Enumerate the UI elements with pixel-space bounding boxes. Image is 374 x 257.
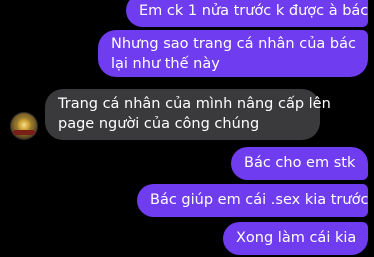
message-text-line: Em ck 1 nửa trước k được à bác <box>139 3 369 19</box>
message-text-line: Trang cá nhân của mình nâng cấp lên <box>58 96 331 112</box>
outgoing-message-bubble[interactable]: Nhưng sao trang cá nhân của bác lại như … <box>98 30 368 77</box>
incoming-message-bubble[interactable]: Trang cá nhân của mình nâng cấp lên page… <box>45 89 331 140</box>
message-text-line: Bác giúp em cái .sex kia trước <box>150 192 369 208</box>
outgoing-message-bubble[interactable]: Xong làm cái kia <box>223 222 368 255</box>
outgoing-message-bubble[interactable]: Bác cho em stk <box>231 147 368 180</box>
chat-thread: Em ck 1 nửa trước k được à bác Nhưng sao… <box>0 0 374 257</box>
outgoing-message-bubble[interactable]: Em ck 1 nửa trước k được à bác <box>126 0 368 27</box>
message-text-line: lại như thế này <box>111 56 220 72</box>
sender-avatar[interactable] <box>10 112 38 140</box>
message-text-line: Nhưng sao trang cá nhân của bác <box>111 36 356 52</box>
message-text-line: Bác cho em stk <box>244 155 356 171</box>
outgoing-message-bubble[interactable]: Bác giúp em cái .sex kia trước <box>137 184 368 217</box>
message-text-line: page người của công chúng <box>58 116 260 132</box>
avatar-band-icon <box>13 130 35 135</box>
message-text-line: Xong làm cái kia <box>236 230 357 246</box>
